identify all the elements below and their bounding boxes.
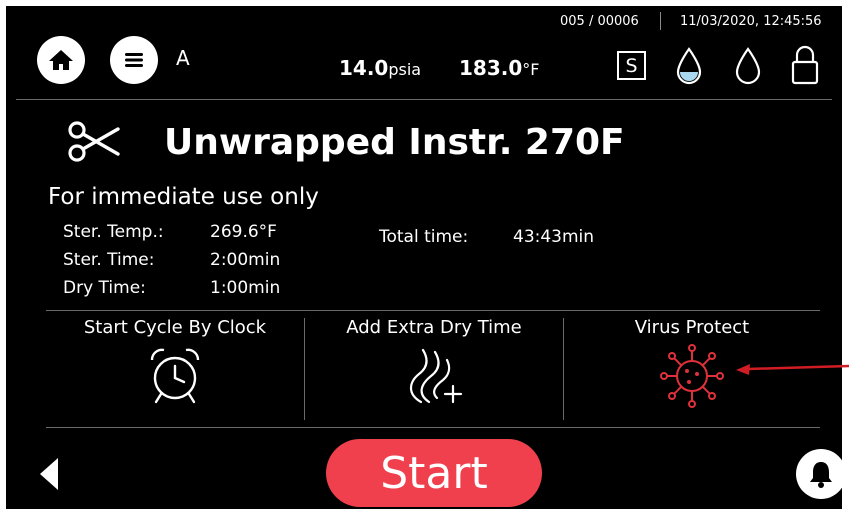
temperature-value: 183.0: [459, 56, 523, 80]
options-bottom-divider: [46, 427, 820, 428]
menu-button[interactable]: [110, 36, 158, 84]
virus-icon: [660, 344, 724, 408]
total-time-value: 43:43min: [513, 227, 595, 247]
ster-time-value: 2:00min: [210, 250, 281, 270]
virus-protect-label: Virus Protect: [634, 317, 750, 338]
bell-button[interactable]: [796, 449, 842, 499]
bell-icon: [810, 462, 832, 488]
dry-time-label: Dry Time:: [63, 278, 146, 298]
start-cycle-by-clock-option[interactable]: Start Cycle By Clock: [46, 313, 304, 423]
profile-letter: A: [176, 46, 190, 70]
dry-time-value: 1:00min: [210, 278, 281, 298]
cycle-counter: 005 / 00006: [560, 14, 639, 29]
start-button[interactable]: Start: [326, 439, 542, 507]
pressure-value: 14.0: [339, 56, 389, 80]
autoclave-screen: 005 / 00006 11/03/2020, 12:45:56 A 14.0p…: [6, 6, 842, 509]
back-arrow-icon[interactable]: [36, 456, 64, 492]
add-extra-dry-time-label: Add Extra Dry Time: [346, 317, 522, 338]
status-divider: [660, 12, 661, 30]
lock-icon[interactable]: [789, 44, 821, 86]
home-icon: [49, 50, 73, 70]
menu-icon: [125, 53, 143, 67]
mode-badge[interactable]: S: [617, 51, 646, 80]
pressure-readout: 14.0psia: [339, 56, 421, 80]
water-drop-filled-icon: [676, 47, 702, 85]
annotation-arrow: [736, 364, 849, 375]
steam-plus-icon: [409, 348, 463, 404]
temperature-readout: 183.0°F: [459, 56, 539, 80]
temperature-unit: °F: [522, 60, 540, 79]
program-title: Unwrapped Instr. 270F: [164, 122, 625, 163]
program-subtitle: For immediate use only: [48, 184, 319, 210]
total-time-label: Total time:: [379, 227, 469, 247]
home-button[interactable]: [37, 36, 85, 84]
ster-temp-value: 269.6°F: [210, 222, 277, 242]
alarm-clock-icon: [150, 348, 200, 404]
pressure-unit: psia: [388, 60, 422, 79]
ster-time-label: Ster. Time:: [63, 250, 155, 270]
options-top-divider: [46, 310, 820, 311]
water-drop-outline-icon: [735, 47, 761, 85]
datetime-display: 11/03/2020, 12:45:56: [680, 14, 822, 29]
ster-temp-label: Ster. Temp.:: [63, 222, 164, 242]
start-cycle-by-clock-label: Start Cycle By Clock: [83, 317, 267, 338]
add-extra-dry-time-option[interactable]: Add Extra Dry Time: [305, 313, 563, 423]
scissors-icon: [68, 121, 120, 162]
header-divider: [16, 99, 832, 100]
